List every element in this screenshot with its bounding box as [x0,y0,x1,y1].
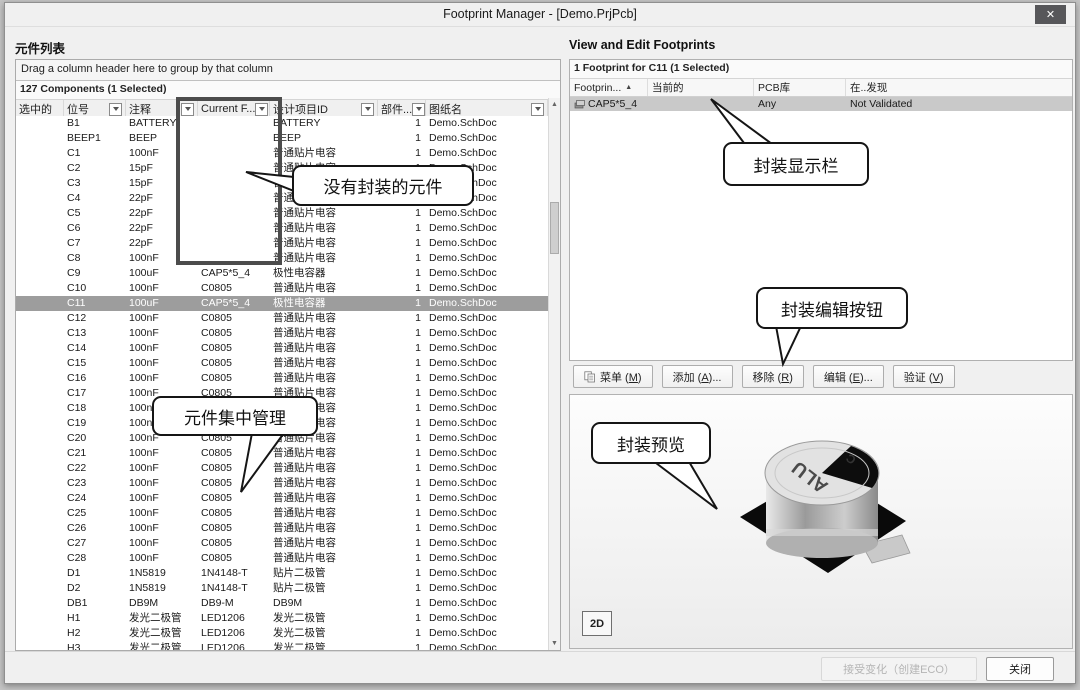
table-row[interactable]: C10100nFC0805普通贴片电容1Demo.SchDoc [16,281,548,296]
component-list-label: 元件列表 [15,38,65,57]
table-row[interactable]: C22100nFC0805普通贴片电容1Demo.SchDoc [16,461,548,476]
table-row[interactable]: C23100nFC0805普通贴片电容1Demo.SchDoc [16,476,548,491]
table-row[interactable]: B1BATTERYBATTERY1Demo.SchDoc [16,116,548,131]
table-row[interactable]: C13100nFC0805普通贴片电容1Demo.SchDoc [16,326,548,341]
table-row[interactable]: C27100nFC0805普通贴片电容1Demo.SchDoc [16,536,548,551]
scroll-down-icon[interactable]: ▼ [549,637,560,650]
edit-button[interactable]: 编辑 (E)... [813,365,884,388]
footprint-buttons: 菜单 (M) 添加 (A)... 移除 (R) 编辑 (E)... 验证 (V) [573,365,955,388]
filter-icon[interactable] [255,103,268,116]
table-row[interactable]: C622pF普通贴片电容1Demo.SchDoc [16,221,548,236]
filter-icon[interactable] [531,103,544,116]
footprint-list-header: Footprin... ▲ 当前的 PCB库 在..发现 [570,79,1072,97]
component-table: Drag a column header here to group by th… [15,59,561,651]
footprint-icon [574,99,585,109]
table-row[interactable]: C8100nF普通贴片电容1Demo.SchDoc [16,251,548,266]
table-row[interactable]: D21N58191N4148-T贴片二极管1Demo.SchDoc [16,581,548,596]
title-bar[interactable]: Footprint Manager - [Demo.PrjPcb] ✕ [5,3,1075,27]
table-row[interactable]: C1100nF普通贴片电容1Demo.SchDoc [16,146,548,161]
add-button[interactable]: 添加 (A)... [662,365,733,388]
callout-footprint-display: 封装显示栏 [723,142,869,186]
view-edit-footprints-label: View and Edit Footprints [569,38,715,52]
column-header-pcblib[interactable]: PCB库 [754,79,846,96]
table-row[interactable]: H3发光二极管LED1206发光二极管1Demo.SchDoc [16,641,548,650]
table-row[interactable]: C9100uFCAP5*5_4极性电容器1Demo.SchDoc [16,266,548,281]
filter-icon[interactable] [412,103,425,116]
table-row[interactable]: D11N58191N4148-T贴片二极管1Demo.SchDoc [16,566,548,581]
table-row[interactable]: C722pF普通贴片电容1Demo.SchDoc [16,236,548,251]
filter-icon[interactable] [109,103,122,116]
table-row[interactable]: C16100nFC0805普通贴片电容1Demo.SchDoc [16,371,548,386]
table-row[interactable]: C21100nFC0805普通贴片电容1Demo.SchDoc [16,446,548,461]
callout-footprint-edit-buttons: 封装编辑按钮 [756,287,908,329]
capacitor-3d-render: ALU C [710,415,935,600]
table-row[interactable]: C522pF普通贴片电容1Demo.SchDoc [16,206,548,221]
menu-icon [584,371,596,383]
column-header-current[interactable]: 当前的 [648,79,754,96]
window-title: Footprint Manager - [Demo.PrjPcb] [5,7,1075,21]
remove-button[interactable]: 移除 (R) [742,365,804,388]
column-header-footprint[interactable]: Footprin... ▲ [570,79,648,96]
component-count: 127 Components (1 Selected) [16,81,560,100]
scroll-up-icon[interactable]: ▲ [549,98,560,111]
table-row[interactable]: C12100nFC0805普通贴片电容1Demo.SchDoc [16,311,548,326]
close-button[interactable]: 关闭 [986,657,1054,681]
table-row[interactable]: H2发光二极管LED1206发光二极管1Demo.SchDoc [16,626,548,641]
callout-component-management: 元件集中管理 [152,396,318,436]
close-icon[interactable]: ✕ [1035,5,1066,24]
accept-changes-button[interactable]: 接受变化（创建ECO） [821,657,977,681]
filter-icon[interactable] [181,103,194,116]
table-row[interactable]: C28100nFC0805普通贴片电容1Demo.SchDoc [16,551,548,566]
table-row[interactable]: C26100nFC0805普通贴片电容1Demo.SchDoc [16,521,548,536]
table-row[interactable]: C25100nFC0805普通贴片电容1Demo.SchDoc [16,506,548,521]
scrollbar-thumb[interactable] [550,202,559,254]
footer-bar: 接受变化（创建ECO） 关闭 [5,651,1075,683]
footprint-row[interactable]: CAP5*5_4 Any Not Validated [570,97,1072,111]
table-row[interactable]: C15100nFC0805普通贴片电容1Demo.SchDoc [16,356,548,371]
column-header-foundin[interactable]: 在..发现 [846,79,1072,96]
menu-button[interactable]: 菜单 (M) [573,365,653,388]
preview-2d-button[interactable]: 2D [582,611,612,636]
footprint-manager-dialog: Footprint Manager - [Demo.PrjPcb] ✕ 元件列表… [4,2,1076,684]
table-row[interactable]: BEEP1BEEPBEEP1Demo.SchDoc [16,131,548,146]
callout-no-footprint: 没有封装的元件 [292,165,474,206]
footprint-count: 1 Footprint for C11 (1 Selected) [570,60,1072,79]
table-row[interactable]: DB1DB9MDB9-MDB9M1Demo.SchDoc [16,596,548,611]
group-by-bar[interactable]: Drag a column header here to group by th… [16,60,560,81]
validate-button[interactable]: 验证 (V) [893,365,955,388]
vertical-scrollbar[interactable]: ▲ ▼ [548,98,560,650]
sort-asc-icon: ▲ [625,84,632,91]
table-row[interactable]: C11100uFCAP5*5_4极性电容器1Demo.SchDoc [16,296,548,311]
table-row[interactable]: C14100nFC0805普通贴片电容1Demo.SchDoc [16,341,548,356]
table-row[interactable]: C24100nFC0805普通贴片电容1Demo.SchDoc [16,491,548,506]
table-row[interactable]: H1发光二极管LED1206发光二极管1Demo.SchDoc [16,611,548,626]
filter-icon[interactable] [361,103,374,116]
callout-footprint-preview: 封装预览 [591,422,711,464]
